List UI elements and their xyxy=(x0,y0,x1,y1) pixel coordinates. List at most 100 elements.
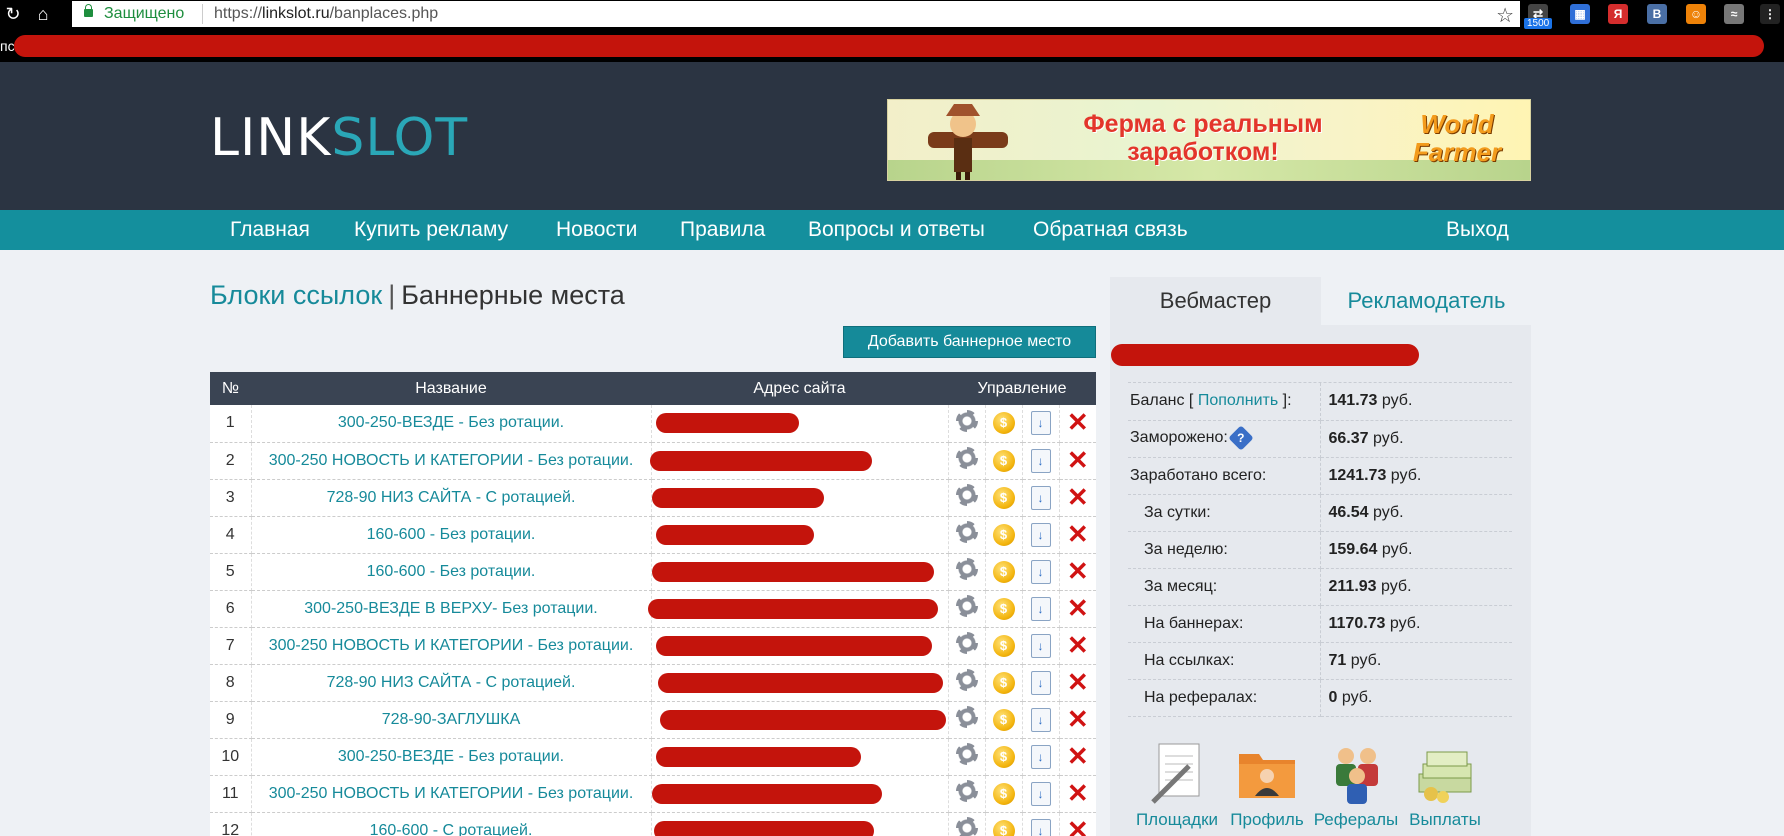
referrals-link[interactable]: Рефералы xyxy=(1311,740,1401,830)
code-icon[interactable]: ↓ xyxy=(1030,596,1051,621)
help-icon[interactable]: ? xyxy=(1228,425,1255,452)
row-name-link[interactable]: 160-600 - С ротацией. xyxy=(251,812,652,836)
code-icon[interactable]: ↓ xyxy=(1030,411,1051,436)
row-name-link[interactable]: 300-250-ВЕЗДЕ - Без ротации. xyxy=(251,738,652,776)
delete-icon[interactable]: ✕ xyxy=(1067,447,1089,473)
extension-yandex-icon[interactable]: Я xyxy=(1608,4,1628,24)
delete-icon[interactable]: ✕ xyxy=(1067,706,1089,732)
delete-icon[interactable]: ✕ xyxy=(1067,409,1089,435)
settings-cell xyxy=(948,738,986,776)
site-logo[interactable]: LINKSLOT xyxy=(210,108,468,168)
coin-icon[interactable]: $ xyxy=(992,671,1015,694)
gear-icon[interactable] xyxy=(955,669,978,691)
code-icon[interactable]: ↓ xyxy=(1030,448,1051,473)
extension-menu-icon[interactable]: ⋮ xyxy=(1760,4,1780,24)
delete-icon[interactable]: ✕ xyxy=(1067,780,1089,806)
profile-link[interactable]: Профиль xyxy=(1222,740,1312,830)
extension-grid-icon[interactable]: ▦ xyxy=(1570,4,1590,24)
tab-webmaster[interactable]: Вебмастер xyxy=(1110,277,1321,325)
coin-icon[interactable]: $ xyxy=(992,745,1015,768)
row-number: 11 xyxy=(210,775,252,813)
nav-item-feedback[interactable]: Обратная связь xyxy=(1033,218,1188,242)
sites-link[interactable]: Площадки xyxy=(1132,740,1222,830)
code-icon[interactable]: ↓ xyxy=(1030,522,1051,547)
reload-icon[interactable]: ↻ xyxy=(2,3,24,25)
coin-icon[interactable]: $ xyxy=(992,819,1015,836)
row-name-link[interactable]: 300-250 НОВОСТЬ И КАТЕГОРИИ - Без ротаци… xyxy=(251,627,652,665)
tab-advertiser[interactable]: Рекламодатель xyxy=(1321,277,1532,325)
row-name-link[interactable]: 728-90 НИЗ САЙТА - С ротацией. xyxy=(251,664,652,702)
delete-icon[interactable]: ✕ xyxy=(1067,484,1089,510)
nav-item-news[interactable]: Новости xyxy=(556,218,637,242)
bookmarks-text: пс xyxy=(0,38,15,54)
payouts-link[interactable]: Выплаты xyxy=(1400,740,1490,830)
coin-icon[interactable]: $ xyxy=(992,412,1015,435)
gear-icon[interactable] xyxy=(955,521,978,543)
code-icon[interactable]: ↓ xyxy=(1030,781,1051,806)
extension-ok-icon[interactable]: ☺ xyxy=(1686,4,1706,24)
row-name-link[interactable]: 160-600 - Без ротации. xyxy=(251,516,652,554)
code-icon[interactable]: ↓ xyxy=(1030,633,1051,658)
extension-rss-icon[interactable]: ≈ xyxy=(1724,4,1744,24)
gear-icon[interactable] xyxy=(955,595,978,617)
nav-item-rules[interactable]: Правила xyxy=(680,218,765,242)
topup-link[interactable]: Пополнить xyxy=(1198,392,1278,409)
nav-item-home[interactable]: Главная xyxy=(230,218,310,242)
row-name-link[interactable]: 160-600 - Без ротации. xyxy=(251,553,652,591)
gear-icon[interactable] xyxy=(955,743,978,765)
gear-icon[interactable] xyxy=(955,409,978,432)
row-name-link[interactable]: 728-90 НИЗ САЙТА - С ротацией. xyxy=(251,479,652,517)
profile-folder-icon xyxy=(1239,754,1295,798)
gear-icon[interactable] xyxy=(955,817,978,836)
delete-icon[interactable]: ✕ xyxy=(1067,595,1089,621)
coin-icon[interactable]: $ xyxy=(992,449,1015,472)
logout-link[interactable]: Выход xyxy=(1446,218,1509,242)
breadcrumb-link-blocks[interactable]: Блоки ссылок xyxy=(210,280,382,310)
row-name-link[interactable]: 300-250 НОВОСТЬ И КАТЕГОРИИ - Без ротаци… xyxy=(251,775,652,813)
row-name-link[interactable]: 300-250-ВЕЗДЕ В ВЕРХУ- Без ротации. xyxy=(251,590,652,628)
gear-icon[interactable] xyxy=(955,484,978,506)
delete-icon[interactable]: ✕ xyxy=(1067,632,1089,658)
code-icon[interactable]: ↓ xyxy=(1030,707,1051,732)
coin-icon[interactable]: $ xyxy=(992,560,1015,583)
gear-icon[interactable] xyxy=(955,558,978,580)
extension-vk-icon[interactable]: B xyxy=(1647,4,1667,24)
delete-icon[interactable]: ✕ xyxy=(1067,743,1089,769)
row-number: 2 xyxy=(210,442,252,480)
redaction-bar xyxy=(14,35,1764,57)
delete-icon[interactable]: ✕ xyxy=(1067,669,1089,695)
delete-icon[interactable]: ✕ xyxy=(1067,521,1089,547)
coin-icon[interactable]: $ xyxy=(992,523,1015,546)
coin-icon[interactable]: $ xyxy=(992,597,1015,620)
code-icon[interactable]: ↓ xyxy=(1030,559,1051,584)
gear-icon[interactable] xyxy=(955,632,978,654)
code-icon[interactable]: ↓ xyxy=(1030,670,1051,695)
coin-icon[interactable]: $ xyxy=(992,486,1015,509)
code-icon[interactable]: ↓ xyxy=(1030,744,1051,769)
settings-cell xyxy=(948,701,986,739)
settings-cell xyxy=(948,479,986,517)
header-ad-banner[interactable]: Ферма с реальным заработком! World Farme… xyxy=(887,99,1531,181)
home-icon[interactable]: ⌂ xyxy=(32,3,54,25)
delete-icon[interactable]: ✕ xyxy=(1067,558,1089,584)
coin-icon[interactable]: $ xyxy=(992,782,1015,805)
coin-cell: $ xyxy=(985,664,1023,702)
nav-item-faq[interactable]: Вопросы и ответы xyxy=(808,218,985,242)
code-icon[interactable]: ↓ xyxy=(1030,485,1051,510)
settings-cell xyxy=(948,775,986,813)
bookmark-star-icon[interactable]: ☆ xyxy=(1496,3,1514,28)
row-name-link[interactable]: 300-250 НОВОСТЬ И КАТЕГОРИИ - Без ротаци… xyxy=(251,442,652,480)
nav-item-buy-ads[interactable]: Купить рекламу xyxy=(354,218,508,242)
code-icon[interactable]: ↓ xyxy=(1030,818,1051,836)
browser-toolbar: ↻ ⌂ Защищено https://linkslot.ru/banplac… xyxy=(0,0,1784,30)
add-banner-place-button[interactable]: Добавить баннерное место xyxy=(843,326,1096,358)
address-bar[interactable]: Защищено https://linkslot.ru/banplaces.p… xyxy=(72,1,1520,27)
delete-icon[interactable]: ✕ xyxy=(1067,817,1089,836)
coin-icon[interactable]: $ xyxy=(992,708,1015,731)
row-name-link[interactable]: 300-250-ВЕЗДЕ - Без ротации. xyxy=(251,405,652,443)
gear-icon[interactable] xyxy=(955,706,978,728)
gear-icon[interactable] xyxy=(955,447,978,469)
gear-icon[interactable] xyxy=(955,780,978,802)
coin-icon[interactable]: $ xyxy=(992,634,1015,657)
row-name-link[interactable]: 728-90-ЗАГЛУШКА xyxy=(251,701,652,739)
